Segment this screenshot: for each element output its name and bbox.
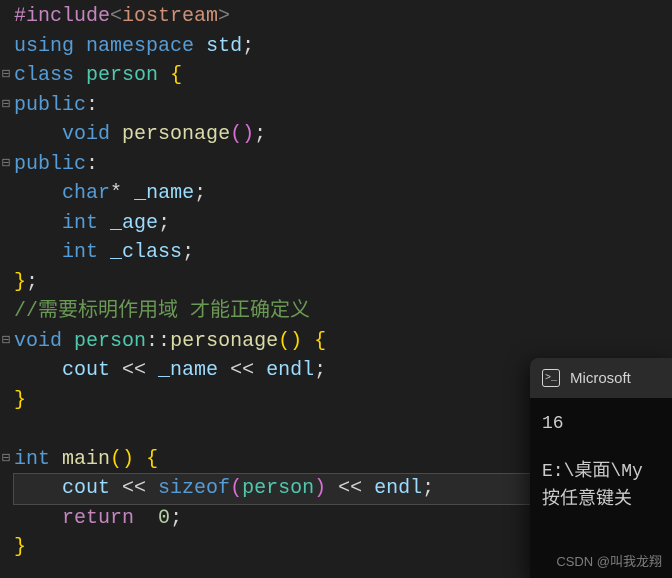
console-output: 16 E:\桌面\My 按任意键关 — [530, 398, 672, 526]
code-line[interactable]: class person { — [14, 61, 672, 91]
code-line[interactable]: //需要标明作用域 才能正确定义 — [14, 297, 672, 327]
fold-marker[interactable] — [0, 32, 12, 62]
console-window[interactable]: >_ Microsoft 16 E:\桌面\My 按任意键关 — [530, 358, 672, 578]
fold-marker[interactable] — [0, 415, 12, 445]
console-titlebar[interactable]: >_ Microsoft — [530, 358, 672, 398]
code-line[interactable]: using namespace std; — [14, 32, 672, 62]
fold-marker[interactable] — [0, 533, 12, 563]
fold-gutter: ⊟ ⊟ ⊟ ⊟ ⊟ — [0, 0, 12, 574]
code-line[interactable]: int _class; — [14, 238, 672, 268]
console-line: 16 — [542, 410, 660, 438]
fold-marker[interactable] — [0, 179, 12, 209]
code-line[interactable]: }; — [14, 268, 672, 298]
code-line[interactable]: char* _name; — [14, 179, 672, 209]
fold-marker[interactable] — [0, 238, 12, 268]
fold-marker[interactable] — [0, 268, 12, 298]
fold-marker[interactable] — [0, 297, 12, 327]
fold-marker[interactable]: ⊟ — [0, 445, 12, 475]
fold-marker[interactable] — [0, 209, 12, 239]
fold-marker[interactable] — [0, 120, 12, 150]
code-line[interactable]: public: — [14, 91, 672, 121]
terminal-icon: >_ — [542, 369, 560, 387]
watermark: CSDN @叫我龙翔 — [556, 551, 662, 570]
fold-marker[interactable] — [0, 474, 12, 504]
fold-marker[interactable] — [0, 386, 12, 416]
code-line[interactable]: public: — [14, 150, 672, 180]
fold-marker[interactable]: ⊟ — [0, 150, 12, 180]
console-title: Microsoft — [570, 370, 631, 387]
code-line[interactable]: #include<iostream> — [14, 2, 672, 32]
fold-marker[interactable]: ⊟ — [0, 327, 12, 357]
console-line: 按任意键关 — [542, 486, 660, 514]
fold-marker[interactable] — [0, 2, 12, 32]
console-line: E:\桌面\My — [542, 458, 660, 486]
code-line[interactable]: void personage(); — [14, 120, 672, 150]
code-line[interactable]: void person::personage() { — [14, 327, 672, 357]
fold-marker[interactable]: ⊟ — [0, 61, 12, 91]
fold-marker[interactable] — [0, 356, 12, 386]
fold-marker[interactable]: ⊟ — [0, 91, 12, 121]
fold-marker[interactable] — [0, 504, 12, 534]
code-line[interactable]: int _age; — [14, 209, 672, 239]
